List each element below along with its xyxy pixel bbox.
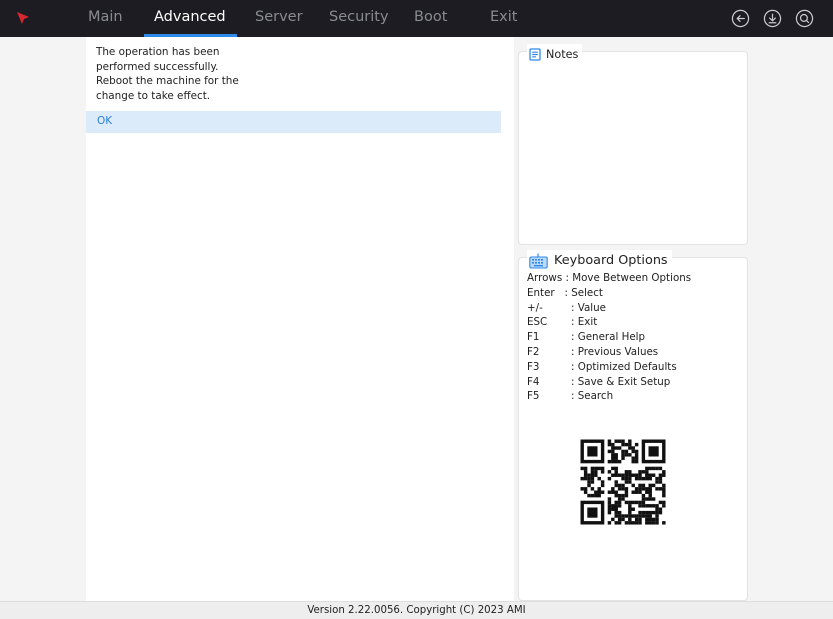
main-content-panel: The operation has been performed success…: [86, 37, 514, 601]
download-circle-icon[interactable]: [763, 9, 782, 28]
keyboard-icon: [529, 253, 548, 269]
tab-security[interactable]: Security: [329, 0, 389, 37]
tab-boot[interactable]: Boot: [414, 0, 447, 37]
footer-version: Version 2.22.0056. Copyright (C) 2023 AM…: [0, 601, 833, 619]
shortcut-description: : Value: [571, 301, 607, 314]
shortcut-description: : General Help: [571, 331, 646, 344]
ok-button-label: OK: [97, 115, 113, 127]
message-line: The operation has been: [96, 46, 220, 58]
shortcut-key: F2: [527, 345, 540, 358]
keyboard-options-panel: [518, 257, 748, 601]
shortcut-description: : Optimized Defaults: [571, 360, 677, 373]
shortcut-key: +/-: [527, 301, 543, 314]
message-line: Reboot the machine for the: [96, 75, 239, 88]
shortcut-text: Arrows : Move Between Options: [527, 272, 692, 284]
shortcut-key: F1: [527, 331, 540, 344]
tab-exit[interactable]: Exit: [490, 0, 517, 37]
tab-main[interactable]: Main: [88, 0, 123, 37]
search-circle-icon[interactable]: [795, 9, 814, 28]
qr-code-icon: [578, 437, 668, 527]
ami-logo-icon: [17, 12, 29, 24]
shortcut-description: : Save & Exit Setup: [571, 375, 671, 388]
keyboard-options-header: Keyboard Options: [527, 250, 672, 270]
shortcut-text: Enter : Select: [527, 286, 603, 299]
tab-server[interactable]: Server: [255, 0, 303, 37]
top-navigation-bar: Main Advanced Server Security Boot Exit: [0, 0, 833, 37]
shortcut-description: : Search: [571, 390, 614, 403]
shortcut-key: ESC: [527, 316, 548, 329]
message-line: change to take effect.: [96, 89, 211, 102]
keyboard-options-title: Keyboard Options: [554, 253, 668, 268]
operation-message: The operation has been performed success…: [96, 45, 266, 103]
notes-icon: [529, 48, 541, 61]
notes-panel: [518, 51, 748, 245]
shortcut-key: F5: [527, 390, 540, 403]
shortcut-key: F3: [527, 360, 540, 373]
shortcut-description: : Previous Values: [571, 345, 659, 358]
shortcut-description: : Exit: [571, 316, 598, 329]
tab-advanced[interactable]: Advanced: [144, 0, 237, 37]
shortcut-key: F4: [527, 375, 540, 388]
notes-title: Notes: [546, 48, 579, 61]
message-line: performed successfully.: [96, 60, 219, 73]
back-circle-icon[interactable]: [731, 9, 750, 28]
notes-header: Notes: [527, 44, 583, 62]
ok-button[interactable]: OK: [86, 111, 501, 133]
